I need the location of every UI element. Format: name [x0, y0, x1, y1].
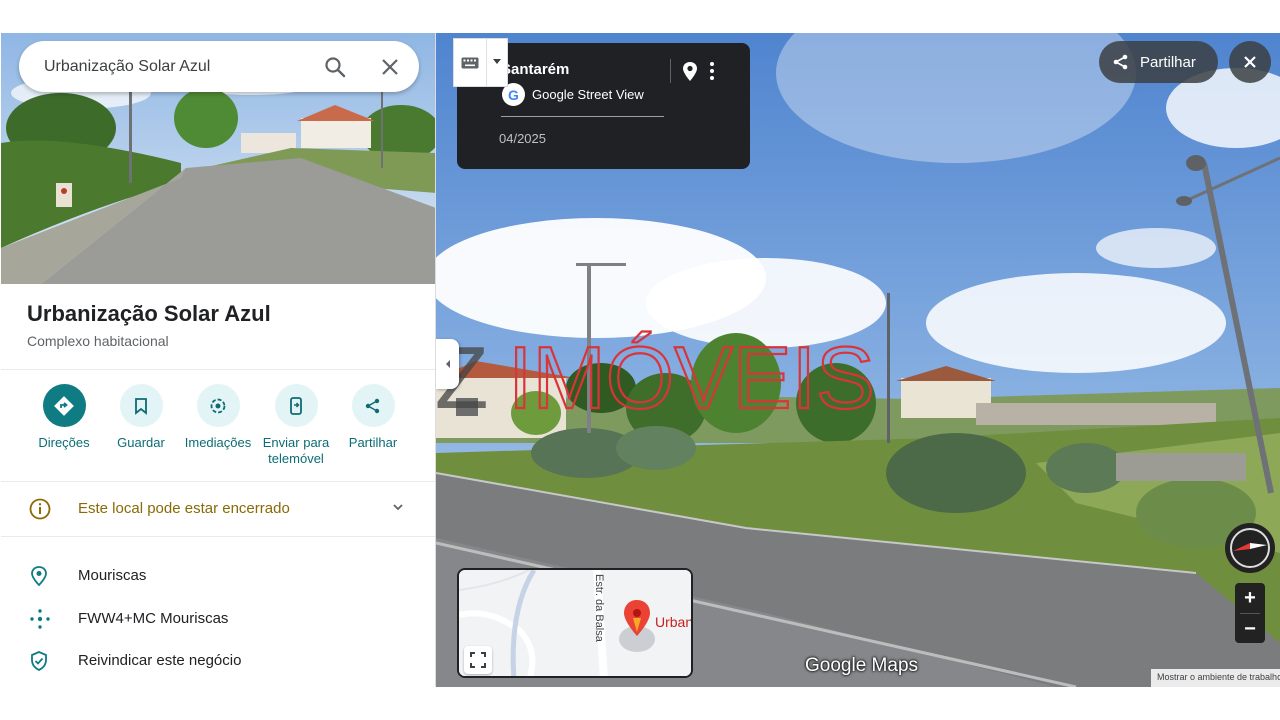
- plus-code-text: FWW4+MC Mouriscas: [78, 610, 229, 627]
- closed-notice-text: Este local pode estar encerrado: [78, 500, 290, 517]
- locality-text: Mouriscas: [78, 567, 147, 584]
- claim-business-row[interactable]: Reivindicar este negócio: [1, 640, 435, 680]
- share-label: Partilhar: [348, 435, 398, 450]
- chevron-down-icon[interactable]: [391, 500, 405, 519]
- street-view-brand: Google Street View: [532, 87, 644, 102]
- claim-business-text: Reivindicar este negócio: [78, 652, 242, 669]
- directions-label: Direções: [38, 435, 90, 450]
- info-icon: [28, 497, 52, 526]
- zoom-in-button[interactable]: +: [1235, 583, 1265, 613]
- send-to-phone-button[interactable]: Enviar para telemóvel: [256, 384, 336, 467]
- close-icon: [1244, 56, 1256, 68]
- mini-map-place-label: Urbanização Solar Azul: [655, 614, 693, 630]
- send-to-phone-icon: [274, 384, 318, 427]
- close-street-view-button[interactable]: [1229, 41, 1271, 83]
- bookmark-icon: [119, 384, 163, 427]
- share-button[interactable]: Partilhar: [333, 384, 413, 451]
- share-icon: [1113, 54, 1128, 70]
- zoom-control: + −: [1235, 583, 1265, 643]
- location-pin-icon: [29, 565, 49, 592]
- google-maps-logo: Google Maps: [805, 655, 919, 676]
- verified-shield-icon: [29, 650, 49, 677]
- street-view-panorama[interactable]: AZ IMÓVEIS Santarém G Google Street View…: [436, 33, 1280, 687]
- search-box: [19, 41, 419, 92]
- keyboard-shortcuts-button[interactable]: [453, 38, 508, 87]
- place-category: Complexo habitacional: [27, 333, 169, 349]
- divider: [1, 536, 435, 537]
- place-photo[interactable]: [1, 33, 435, 284]
- zoom-out-button[interactable]: −: [1235, 614, 1265, 644]
- more-options-icon[interactable]: [709, 61, 715, 86]
- nearby-icon: [196, 384, 240, 427]
- street-view-share-label: Partilhar: [1140, 53, 1196, 71]
- divider: [670, 59, 671, 83]
- close-icon[interactable]: [377, 54, 403, 80]
- compass-icon[interactable]: [1225, 523, 1275, 573]
- nearby-label: Imediações: [184, 435, 252, 450]
- search-input[interactable]: [44, 57, 324, 76]
- directions-icon: [42, 384, 86, 427]
- share-icon: [351, 384, 395, 427]
- send-to-phone-label: Enviar para telemóvel: [262, 435, 330, 466]
- expand-icon[interactable]: [464, 646, 492, 674]
- nearby-button[interactable]: Imediações: [178, 384, 258, 451]
- keyboard-icon: [454, 39, 487, 86]
- divider: [1, 481, 435, 482]
- divider: [1, 369, 435, 370]
- directions-button[interactable]: Direções: [24, 384, 104, 451]
- collapse-panel-button[interactable]: [436, 339, 459, 389]
- plus-code-row[interactable]: FWW4+MC Mouriscas: [1, 598, 435, 638]
- chevron-left-icon: [445, 360, 450, 368]
- save-button[interactable]: Guardar: [101, 384, 181, 451]
- street-view-share-button[interactable]: Partilhar: [1099, 41, 1218, 83]
- action-bar: Direções Guardar Imediações Enviar para …: [1, 384, 435, 479]
- closed-notice[interactable]: Este local pode estar encerrado: [1, 483, 435, 535]
- locality-row[interactable]: Mouriscas: [1, 555, 435, 595]
- google-maps-app: Urbanização Solar Azul Complexo habitaci…: [0, 0, 1280, 720]
- divider: [501, 116, 664, 117]
- show-workspace-link[interactable]: Mostrar o ambiente de trabalho: [1151, 669, 1280, 687]
- mini-map[interactable]: Estr. da Balsa Urbanização Solar Azul: [457, 568, 693, 678]
- place-panel: Urbanização Solar Azul Complexo habitaci…: [1, 33, 436, 687]
- location-pin-icon[interactable]: [681, 61, 699, 88]
- street-view-place[interactable]: Santarém: [501, 61, 569, 78]
- road-label: Estr. da Balsa: [593, 574, 605, 642]
- capture-date[interactable]: 04/2025: [499, 131, 546, 146]
- place-title: Urbanização Solar Azul: [27, 301, 271, 326]
- save-label: Guardar: [117, 435, 165, 450]
- search-icon[interactable]: [322, 54, 348, 80]
- plus-code-icon: [29, 608, 51, 635]
- chevron-down-icon: [487, 39, 507, 86]
